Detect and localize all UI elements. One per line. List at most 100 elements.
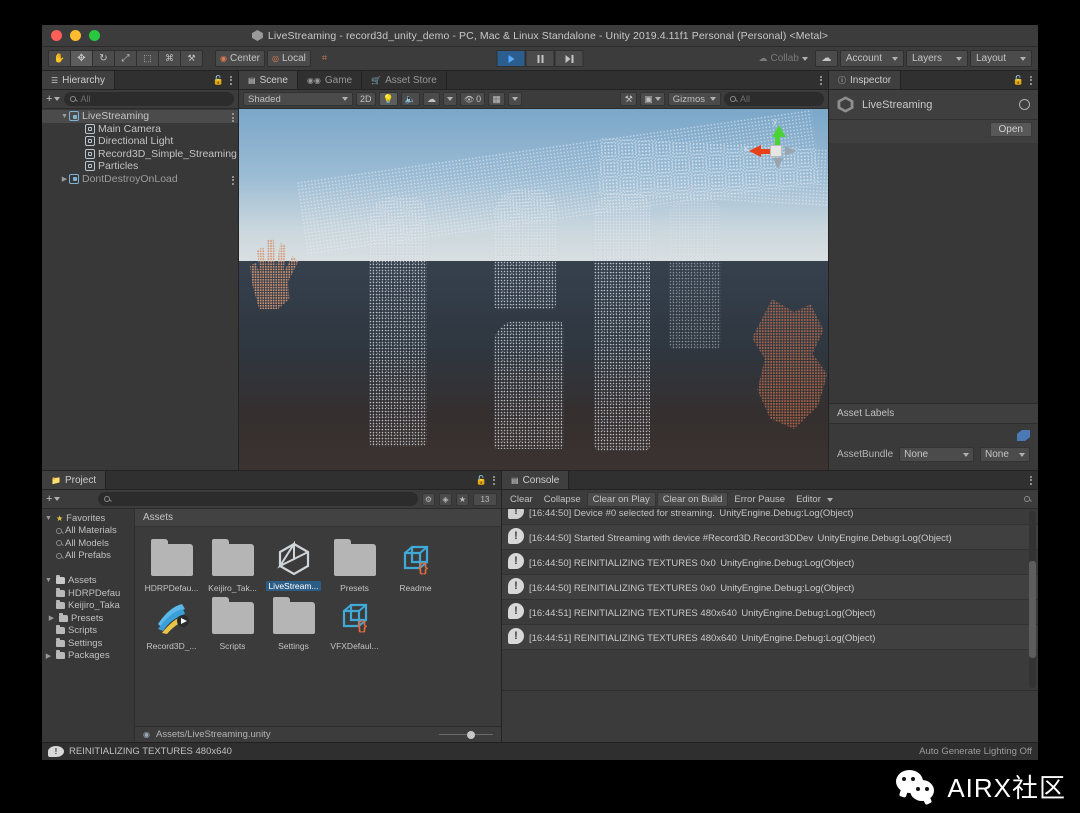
asset-item-record3d-vfx[interactable]: Record3D_...	[143, 595, 200, 651]
scene-search-input[interactable]: All	[724, 92, 824, 106]
chevron-down-icon[interactable]: ▼	[60, 113, 69, 120]
scale-tool-button[interactable]: ⤢	[114, 50, 137, 67]
project-tree-scripts[interactable]: Scripts	[42, 625, 134, 638]
project-tree-all-materials[interactable]: All Materials	[42, 525, 134, 538]
layout-dropdown[interactable]: Layout	[970, 50, 1032, 67]
scene-camera-dropdown[interactable]: ▣	[640, 92, 665, 106]
chevron-down-icon[interactable]: ▼	[44, 577, 53, 584]
asset-item-readme[interactable]: {} Readme	[387, 537, 444, 593]
scene-lighting-toggle[interactable]: 💡	[378, 92, 398, 106]
scene-audio-toggle[interactable]: 🔈	[400, 92, 420, 106]
filter-by-label-icon[interactable]: ◈	[439, 492, 452, 506]
console-scrollbar[interactable]	[1029, 511, 1036, 688]
lock-icon[interactable]: 🔓	[476, 475, 487, 486]
project-asset-grid[interactable]: HDRPDefau... Keijiro_Tak... LiveStream..…	[135, 527, 501, 726]
chevron-right-icon[interactable]: ▶	[47, 614, 56, 622]
editor-dropdown[interactable]: Editor	[791, 493, 837, 506]
project-tree[interactable]: ▼ ★ Favorites All Materials All Models A…	[42, 509, 135, 742]
hierarchy-menu-icon[interactable]	[230, 75, 232, 85]
chevron-down-icon[interactable]: ▼	[44, 515, 53, 522]
hierarchy-item-directional-light[interactable]: Directional Light	[42, 135, 238, 148]
console-entry[interactable]: ! [16:44:50] REINITIALIZING TEXTURES 0x0…	[502, 575, 1038, 600]
project-tree-keijiro[interactable]: Keijiro_Taka	[42, 600, 134, 613]
asset-item-keijiro[interactable]: Keijiro_Tak...	[204, 537, 261, 593]
tab-scene[interactable]: ▤ Scene	[239, 71, 298, 89]
hierarchy-item-main-camera[interactable]: Main Camera	[42, 123, 238, 136]
project-tree-packages[interactable]: ▶ Packages	[42, 650, 134, 663]
chevron-right-icon[interactable]: ▶	[60, 175, 69, 183]
scene-fx-caret[interactable]	[442, 92, 457, 106]
scene-hidden-objects-button[interactable]: 👁 0	[459, 92, 486, 106]
scene-grid-caret[interactable]	[508, 92, 523, 106]
project-search-input[interactable]	[98, 492, 418, 506]
console-entry[interactable]: ! [16:44:50] REINITIALIZING TEXTURES 0x0…	[502, 550, 1038, 575]
project-menu-icon[interactable]	[493, 475, 495, 485]
asset-item-presets[interactable]: Presets	[326, 537, 383, 593]
tab-project[interactable]: 📁 Project	[42, 471, 107, 489]
scene-tool-settings-button[interactable]: ⚒	[620, 92, 638, 106]
cloud-button[interactable]: ☁	[814, 50, 838, 67]
assetbundle-dropdown[interactable]: None	[899, 447, 974, 462]
console-entry[interactable]: ! [16:44:50] Device #0 selected for stre…	[502, 509, 1038, 525]
open-button[interactable]: Open	[989, 122, 1032, 137]
gizmos-dropdown[interactable]: Gizmos	[667, 92, 721, 106]
project-tree-all-models[interactable]: All Models	[42, 537, 134, 550]
custom-editor-tool-button[interactable]: ⚒	[180, 50, 203, 67]
handle-space-button[interactable]: ◎ Local	[267, 50, 311, 67]
tab-hierarchy[interactable]: ☰ Hierarchy	[42, 71, 115, 89]
asset-item-settings[interactable]: Settings	[265, 595, 322, 651]
scene-view-gizmo[interactable]: y x	[744, 117, 808, 179]
move-tool-button[interactable]: ✥	[70, 50, 93, 67]
project-tree-assets[interactable]: ▼ Assets	[42, 575, 134, 588]
inspector-menu-icon[interactable]	[1030, 75, 1032, 85]
hierarchy-item-particles[interactable]: Particles	[42, 160, 238, 173]
rotate-tool-button[interactable]: ↻	[92, 50, 115, 67]
gear-icon[interactable]	[1019, 99, 1030, 110]
error-pause-button[interactable]: Error Pause	[729, 493, 790, 506]
tab-game[interactable]: ◉◉ Game	[297, 71, 363, 89]
filter-favorites-icon[interactable]: ★	[456, 492, 469, 506]
transform-tool-button[interactable]: ⌘	[158, 50, 181, 67]
rect-tool-button[interactable]: ⬚	[136, 50, 159, 67]
gizmo-z-axis-cone[interactable]	[785, 146, 796, 156]
console-log-list[interactable]: ! [16:44:50] Device #0 selected for stre…	[502, 509, 1038, 690]
layers-dropdown[interactable]: Layers	[906, 50, 968, 67]
hierarchy-item-record3d-simple-streaming[interactable]: Record3D_Simple_Streaming	[42, 148, 238, 161]
clear-button[interactable]: Clear	[505, 493, 538, 506]
pivot-mode-button[interactable]: ◉ Center	[215, 50, 265, 67]
step-button[interactable]	[554, 50, 584, 67]
tab-asset-store[interactable]: 🛒 Asset Store	[362, 71, 447, 89]
scene-grid-dropdown[interactable]: ▦	[488, 92, 506, 106]
pause-button[interactable]	[525, 50, 555, 67]
gizmo-neg-y-axis-cone[interactable]	[773, 158, 783, 169]
hierarchy-item-dontdestroyonload[interactable]: ▶ DontDestroyOnLoad	[42, 173, 238, 186]
grid-snap-button[interactable]: ⌗	[313, 50, 336, 67]
asset-item-scripts[interactable]: Scripts	[204, 595, 261, 651]
console-entry[interactable]: ! [16:44:51] REINITIALIZING TEXTURES 480…	[502, 625, 1038, 650]
account-dropdown[interactable]: Account	[839, 50, 904, 67]
console-search-icon[interactable]	[1024, 496, 1030, 502]
console-entry[interactable]: ! [16:44:50] Started Streaming with devi…	[502, 525, 1038, 550]
icon-size-slider[interactable]	[439, 730, 493, 739]
2d-toggle-button[interactable]: 2D	[356, 92, 376, 106]
collapse-button[interactable]: Collapse	[539, 493, 586, 506]
project-tree-settings[interactable]: Settings	[42, 637, 134, 650]
hierarchy-item-livestreaming[interactable]: ▼ LiveStreaming	[42, 110, 238, 123]
hierarchy-add-button[interactable]: +	[46, 93, 61, 105]
shading-mode-dropdown[interactable]: Shaded	[243, 92, 353, 106]
tab-console[interactable]: ▤ Console	[502, 471, 570, 489]
scene-fx-dropdown[interactable]: ☁	[422, 92, 440, 106]
status-message[interactable]: REINITIALIZING TEXTURES 480x640	[69, 746, 232, 757]
label-tag-icon[interactable]	[1017, 430, 1030, 441]
gizmo-center-cube[interactable]	[770, 145, 782, 157]
asset-item-hdrpdefaults[interactable]: HDRPDefau...	[143, 537, 200, 593]
assetbundle-variant-dropdown[interactable]: None	[980, 447, 1030, 462]
hierarchy-search-input[interactable]: All	[64, 92, 234, 106]
filter-by-type-icon[interactable]: ⚙	[422, 492, 435, 506]
clear-on-build-button[interactable]: Clear on Build	[656, 491, 729, 507]
slider-knob[interactable]	[467, 730, 475, 739]
project-tree-favorites[interactable]: ▼ ★ Favorites	[42, 512, 134, 525]
scene-viewport[interactable]: y x	[239, 109, 828, 470]
collab-button[interactable]: ☁ Collab	[754, 50, 813, 67]
console-menu-icon[interactable]	[1030, 475, 1032, 485]
